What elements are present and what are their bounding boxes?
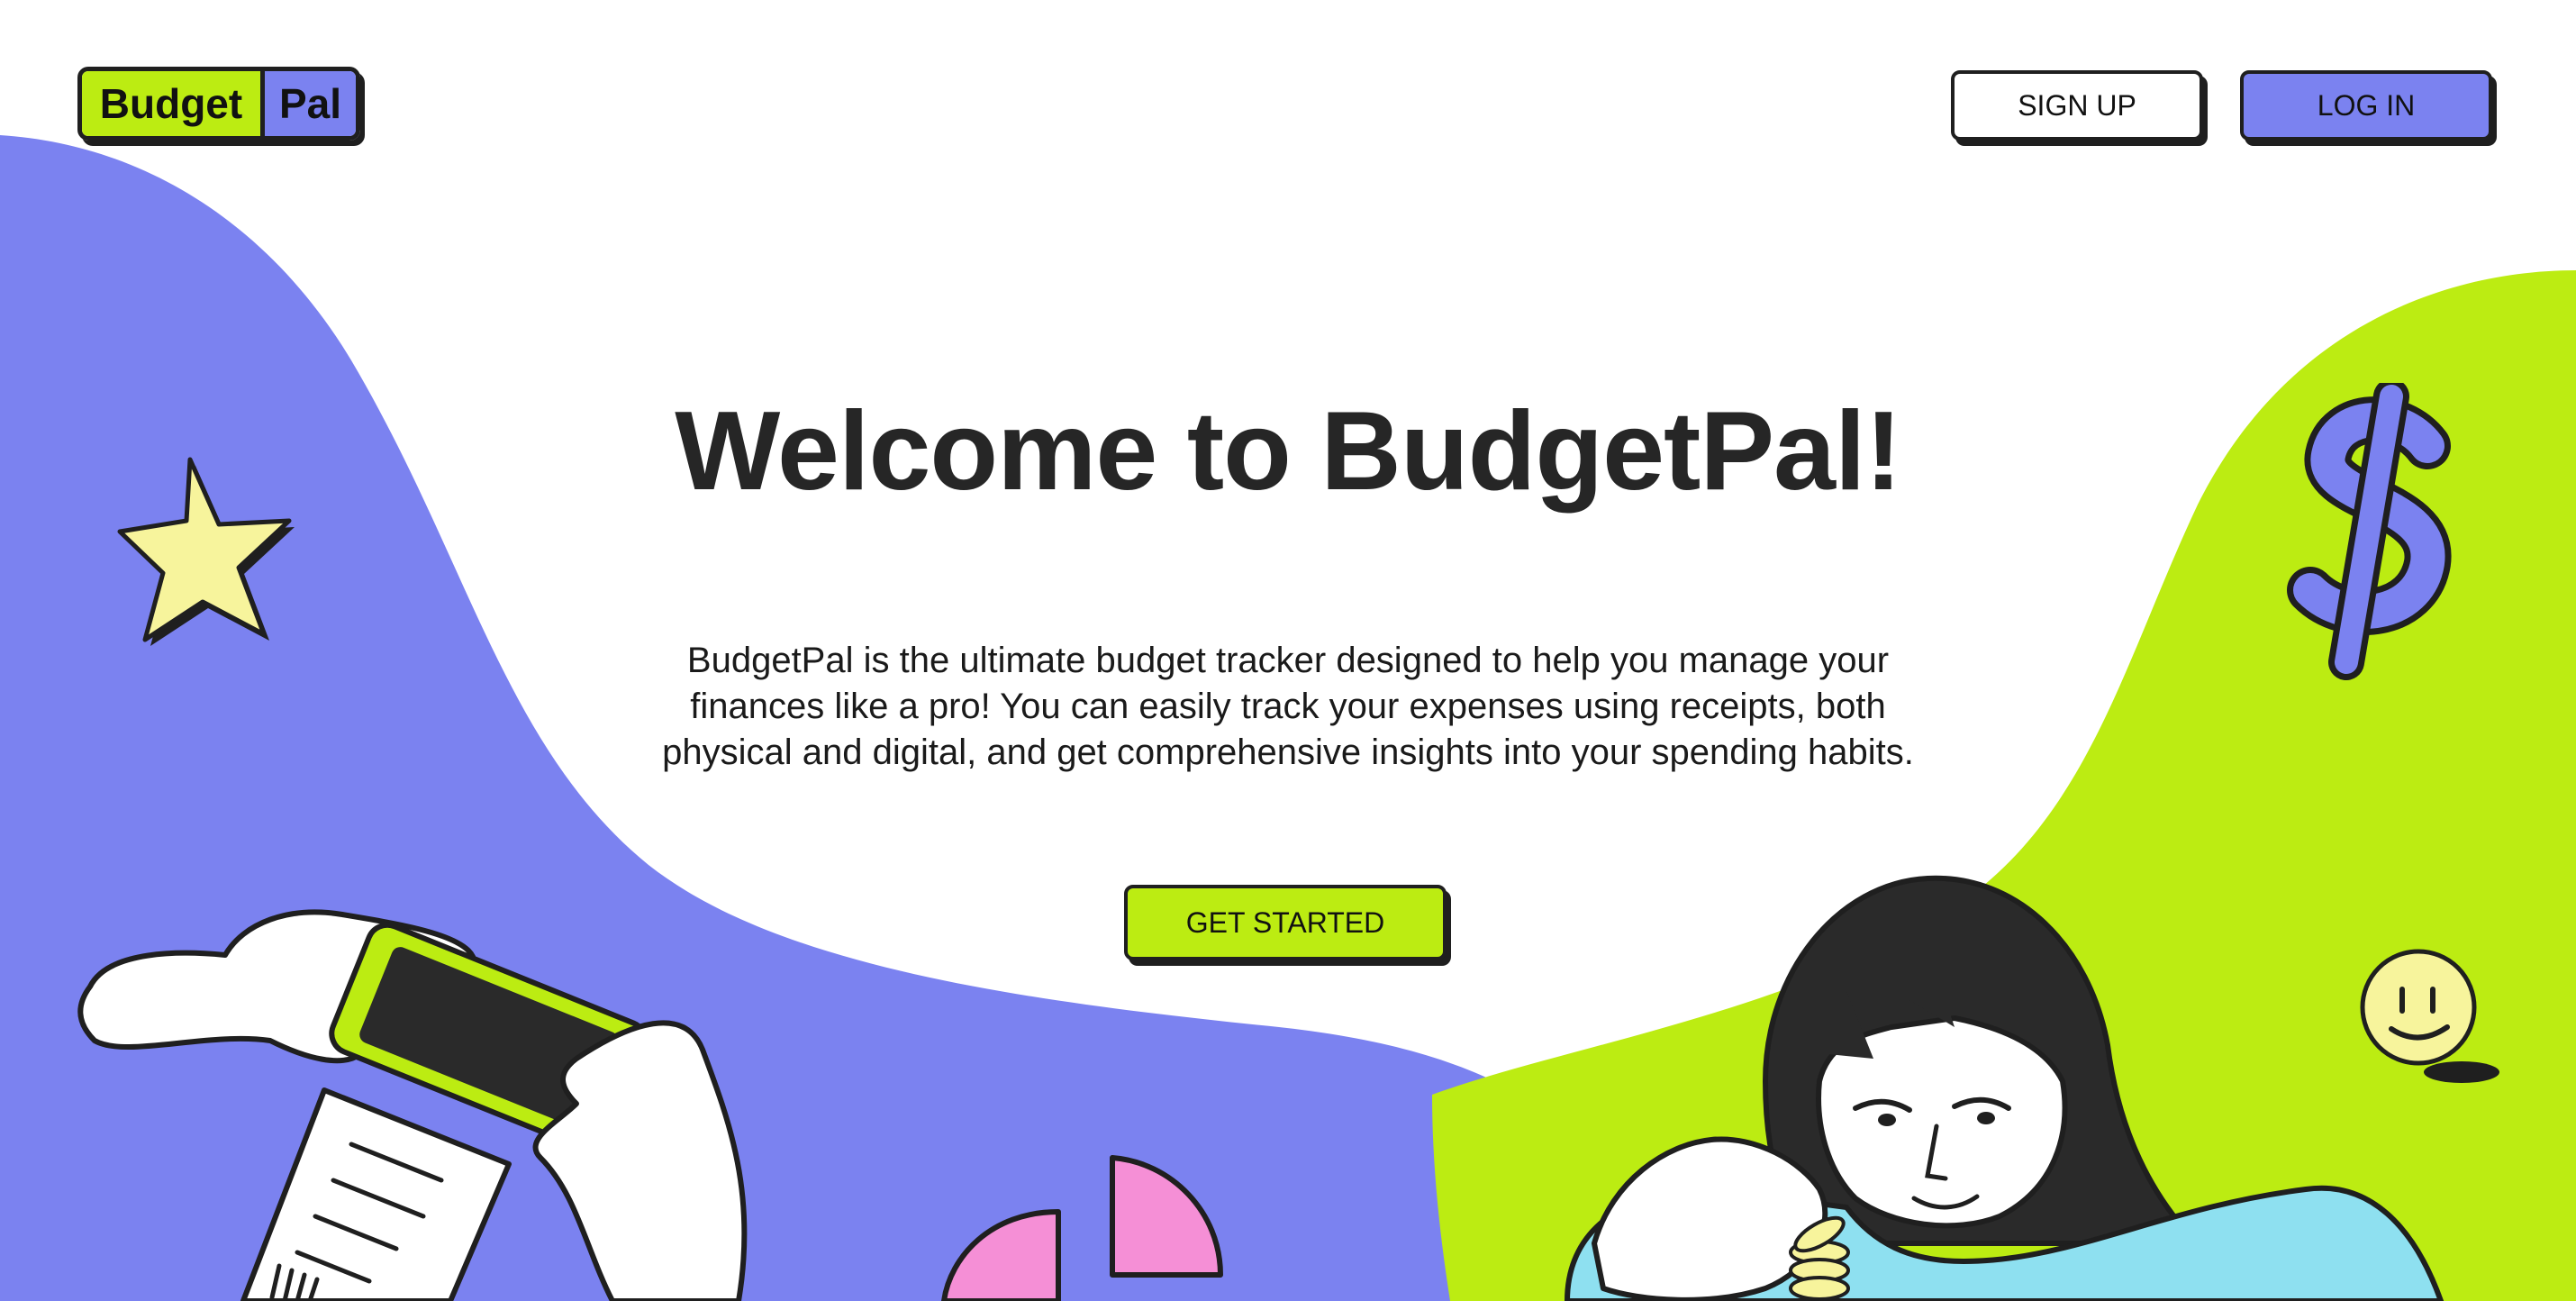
logo[interactable]: Budget Pal [77, 67, 360, 141]
intro-paragraph: BudgetPal is the ultimate budget tracker… [662, 641, 1914, 772]
receipt-illustration [240, 1087, 512, 1301]
log-in-button[interactable]: LOG IN [2240, 70, 2492, 141]
logo-pal-text: Pal [265, 71, 356, 136]
girl-with-coins-illustration [1564, 875, 2444, 1301]
page-title: Welcome to BudgetPal! [675, 389, 1902, 514]
pie-chart-illustration [941, 1155, 1223, 1301]
sign-up-button[interactable]: SIGN UP [1951, 70, 2203, 141]
dollar-sign-icon [2287, 383, 2452, 680]
star-icon [117, 457, 295, 646]
logo-budget-text: Budget [82, 71, 265, 136]
get-started-button[interactable]: GET STARTED [1124, 885, 1447, 960]
